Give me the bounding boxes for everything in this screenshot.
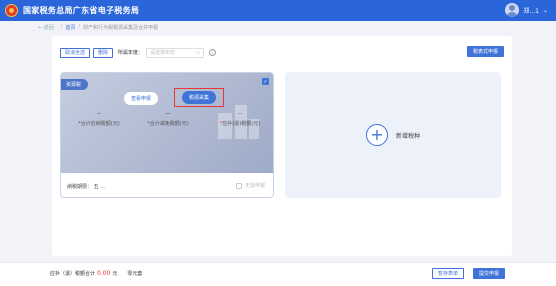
resource-tax-card-header: 资源税 ✓ 查看申报 税源采集 -- *合计应纳税额(元) -- *合计减免税额… [61, 73, 273, 173]
metric-relief: -- *合计减免税额(元) [135, 110, 201, 128]
no-declare-checkbox[interactable]: 无需申报 [235, 182, 265, 189]
metric-refund: -- *应补(退)税额(元) [207, 110, 273, 128]
period-label: 所属年度： [118, 50, 144, 56]
year-picker-placeholder: 请选择年份 [150, 50, 176, 56]
metric-value: -- [237, 110, 243, 117]
calendar-icon: ▭ [195, 49, 201, 56]
breadcrumb-separator: | [60, 24, 63, 30]
avatar [505, 3, 520, 17]
tax-emblem-icon [5, 4, 18, 17]
user-name: 郑...1 [523, 7, 539, 15]
tax-type-tag: 资源税 [61, 79, 89, 90]
collect-highlight-box: 税源采集 [174, 88, 224, 107]
total-unit: 元 [112, 271, 118, 277]
tax-source-collect-button[interactable]: 税源采集 [181, 91, 216, 104]
metric-label: *合计应纳税额(元) [78, 121, 120, 127]
save-draft-button[interactable]: 暂存表单 [432, 268, 465, 279]
breadcrumb-home[interactable]: 首页 [65, 24, 75, 31]
total-summary: 应补（退）税额合计 0.00 元 零元套 [50, 270, 142, 277]
plus-icon: + [365, 124, 388, 146]
year-picker[interactable]: 请选择年份 ▭ [146, 47, 205, 58]
submit-button[interactable]: 提交申报 [473, 268, 506, 279]
add-tax-label: 新增税种 [395, 132, 420, 140]
checkbox-box [235, 182, 242, 189]
tax-text: 零元套 [127, 271, 143, 277]
metric-value: -- [165, 110, 171, 117]
form-filing-button[interactable]: 税表式申报 [466, 46, 504, 57]
total-label: 应补（退）税额合计 [50, 271, 96, 277]
metric-value: -- [96, 110, 102, 117]
total-amount: 0.00 [97, 270, 111, 277]
site-title: 国家税务总局广东省电子税务局 [23, 6, 140, 15]
chevron-down-icon: ⌄ [542, 6, 548, 14]
metric-label-wrap: *应补(退)税额(元) [207, 120, 273, 127]
metric-label: 应补(退)税额(元) [222, 121, 261, 127]
metric-payable: -- *合计应纳税额(元) [67, 110, 131, 128]
breadcrumb-separator: / [78, 24, 81, 30]
tax-period-text: 纳税期限： 五 ... [67, 183, 105, 190]
info-icon[interactable]: i [209, 49, 217, 56]
add-tax-card[interactable]: + 新增税种 [285, 72, 501, 198]
metric-label: *合计减免税额(元) [147, 121, 189, 127]
user-menu[interactable]: 郑...1 ⌄ [505, 3, 548, 17]
no-declare-label: 无需申报 [244, 183, 265, 189]
toolbar: 取消全选 删除 所属年度： 请选择年份 ▭ i [60, 47, 217, 58]
back-link[interactable]: ← 返回 [38, 24, 54, 31]
top-header: 国家税务总局广东省电子税务局 郑...1 ⌄ [0, 0, 556, 21]
cancel-select-all-button[interactable]: 取消全选 [60, 47, 91, 58]
main-panel: 取消全选 删除 所属年度： 请选择年份 ▭ i 税表式申报 资源税 ✓ 查看申报… [52, 36, 512, 256]
select-checkbox[interactable]: ✓ [262, 78, 269, 85]
view-declaration-button[interactable]: 查看申报 [124, 92, 159, 105]
resource-tax-card-footer: 纳税期限： 五 ... 无需申报 [61, 173, 273, 197]
breadcrumb-current: 财产和行为税税源采集及合并申报 [83, 24, 159, 31]
footer-bar: 应补（退）税额合计 0.00 元 零元套 暂存表单 提交申报 [0, 262, 556, 286]
delete-button[interactable]: 删除 [93, 47, 114, 58]
resource-tax-card[interactable]: 资源税 ✓ 查看申报 税源采集 -- *合计应纳税额(元) -- *合计减免税额… [60, 72, 274, 198]
breadcrumb: ← 返回 | 首页 / 财产和行为税税源采集及合并申报 [38, 22, 158, 32]
